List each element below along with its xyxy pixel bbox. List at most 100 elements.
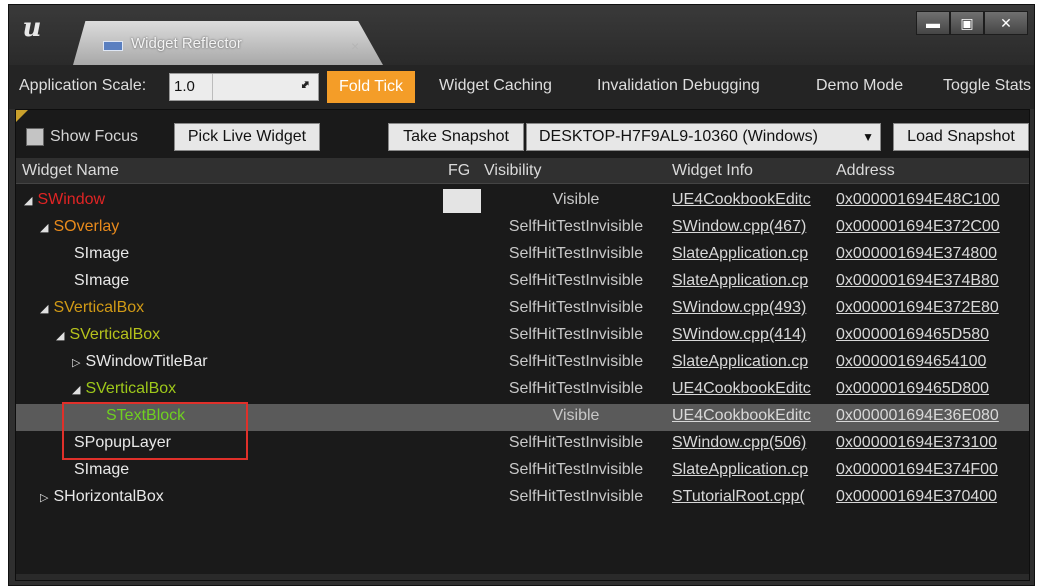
address-link[interactable]: 0x000001694E372C00 bbox=[836, 218, 1031, 236]
widget-name-cell: SImage bbox=[74, 272, 129, 290]
widget-name-label: SVerticalBox bbox=[85, 380, 177, 397]
collapse-arrow-icon[interactable]: ◢ bbox=[56, 329, 64, 342]
tab-label: Widget Reflector bbox=[131, 35, 242, 52]
window-controls: ▬ ▣ ✕ bbox=[916, 11, 1028, 35]
snapshot-target-dropdown[interactable]: DESKTOP-H7F9AL9-10360 (Windows) ▼ bbox=[526, 123, 881, 151]
tree-row[interactable]: ◢ SOverlay SelfHitTestInvisible SWindow.cpp… bbox=[16, 215, 1029, 242]
panel-corner-marker bbox=[16, 110, 28, 122]
app-scale-label: Application Scale: bbox=[19, 77, 147, 94]
tree-row[interactable]: ▷ SWindowTitleBar SelfHitTestInvisible Slat… bbox=[16, 350, 1029, 377]
collapse-arrow-icon[interactable]: ◢ bbox=[40, 302, 48, 315]
widget-name-label: SImage bbox=[74, 245, 130, 262]
widget-name-cell: ◢ SVerticalBox bbox=[72, 380, 176, 398]
widget-info-link[interactable]: STutorialRoot.cpp( bbox=[672, 488, 832, 506]
col-widget-name[interactable]: Widget Name bbox=[22, 162, 119, 180]
widget-info-link[interactable]: UE4CookbookEditc bbox=[672, 380, 832, 398]
widget-name-label: SHorizontalBox bbox=[53, 488, 164, 505]
app-scale-spinbox[interactable]: 1.0 ⬍ bbox=[169, 73, 319, 101]
load-snapshot-button[interactable]: Load Snapshot bbox=[893, 123, 1029, 151]
tree-row[interactable]: ◢ SWindow Visible UE4CookbookEditc 0x0000016… bbox=[16, 188, 1029, 215]
tree-header: Widget Name FG Visibility Widget Info Ad… bbox=[16, 158, 1029, 184]
resize-arrow-icon[interactable]: ⬍ bbox=[296, 76, 313, 93]
fold-tick-button[interactable]: Fold Tick bbox=[327, 71, 415, 103]
widget-info-link[interactable]: SlateApplication.cp bbox=[672, 461, 832, 479]
dropdown-arrow-icon: ▼ bbox=[862, 130, 874, 144]
pick-live-widget-button[interactable]: Pick Live Widget bbox=[174, 123, 320, 151]
widget-name-cell: ◢ SWindow bbox=[24, 191, 105, 209]
visibility-cell: SelfHitTestInvisible bbox=[508, 488, 644, 505]
widget-info-link[interactable]: SWindow.cpp(493) bbox=[672, 299, 832, 317]
fg-color-swatch[interactable] bbox=[443, 189, 481, 213]
address-link[interactable]: 0x000001694E36E080 bbox=[836, 407, 1031, 425]
tree-row[interactable]: ▷ SHorizontalBox SelfHitTestInvisible STuto… bbox=[16, 485, 1029, 512]
address-link[interactable]: 0x000001694E370400 bbox=[836, 488, 1031, 506]
demo-mode-button[interactable]: Demo Mode bbox=[816, 77, 903, 95]
address-link[interactable]: 0x000001694E48C100 bbox=[836, 191, 1031, 209]
widget-name-cell: ◢ SVerticalBox bbox=[56, 326, 160, 344]
widget-name-label: SVerticalBox bbox=[69, 326, 161, 343]
tree-row[interactable]: SImage SelfHitTestInvisible SlateApplicati… bbox=[16, 242, 1029, 269]
widget-info-link[interactable]: SlateApplication.cp bbox=[672, 353, 832, 371]
widget-name-label: SVerticalBox bbox=[53, 299, 145, 316]
toggle-stats-button[interactable]: Toggle Stats bbox=[943, 77, 1031, 95]
reflector-panel: Show Focus Pick Live Widget Take Snapsho… bbox=[15, 109, 1030, 581]
widget-name-cell: ◢ SVerticalBox bbox=[40, 299, 144, 317]
visibility-cell: SelfHitTestInvisible bbox=[508, 461, 644, 478]
tree-row[interactable]: ◢ SVerticalBox SelfHitTestInvisible SWindow… bbox=[16, 323, 1029, 350]
address-link[interactable]: 0x000001694E374F00 bbox=[836, 461, 1031, 479]
tab-widget-reflector[interactable]: Widget Reflector × bbox=[73, 21, 383, 65]
widget-caching-button[interactable]: Widget Caching bbox=[439, 77, 552, 95]
scroll-area bbox=[16, 574, 1029, 580]
address-link[interactable]: 0x000001694E373100 bbox=[836, 434, 1031, 452]
col-visibility[interactable]: Visibility bbox=[484, 162, 542, 180]
invalidation-debugging-button[interactable]: Invalidation Debugging bbox=[597, 77, 760, 95]
address-link[interactable]: 0x000001694E372E80 bbox=[836, 299, 1031, 317]
app-scale-value[interactable]: 1.0 bbox=[174, 78, 195, 95]
widget-info-link[interactable]: SWindow.cpp(506) bbox=[672, 434, 832, 452]
tree-row[interactable]: ◢ SVerticalBox SelfHitTestInvisible SWindow… bbox=[16, 296, 1029, 323]
toolbar: Application Scale: 1.0 ⬍ Fold Tick Widge… bbox=[9, 65, 1034, 109]
widget-info-link[interactable]: UE4CookbookEditc bbox=[672, 407, 832, 425]
collapse-arrow-icon[interactable]: ◢ bbox=[24, 194, 32, 207]
address-link[interactable]: 0x000001694E374B80 bbox=[836, 272, 1031, 290]
visibility-cell: SelfHitTestInvisible bbox=[508, 272, 644, 289]
expand-arrow-icon[interactable]: ▷ bbox=[72, 356, 80, 369]
close-button[interactable]: ✕ bbox=[984, 11, 1028, 35]
address-link[interactable]: 0x00000169465D580 bbox=[836, 326, 1031, 344]
expand-arrow-icon[interactable]: ▷ bbox=[40, 491, 48, 504]
widget-name-label: SImage bbox=[74, 272, 130, 289]
collapse-arrow-icon[interactable]: ◢ bbox=[40, 221, 48, 234]
widget-info-link[interactable]: SWindow.cpp(414) bbox=[672, 326, 832, 344]
widget-info-link[interactable]: SlateApplication.cp bbox=[672, 245, 832, 263]
widget-name-cell: ▷ SHorizontalBox bbox=[40, 488, 164, 506]
minimize-button[interactable]: ▬ bbox=[916, 11, 950, 35]
annotation-highlight-box bbox=[62, 402, 248, 460]
visibility-cell: Visible bbox=[552, 191, 600, 208]
col-fg[interactable]: FG bbox=[448, 162, 470, 180]
widget-name-cell: SImage bbox=[74, 461, 129, 479]
take-snapshot-button[interactable]: Take Snapshot bbox=[388, 123, 524, 151]
widget-info-link[interactable]: SlateApplication.cp bbox=[672, 272, 832, 290]
collapse-arrow-icon[interactable]: ◢ bbox=[72, 383, 80, 396]
visibility-cell: SelfHitTestInvisible bbox=[508, 326, 644, 343]
show-focus-checkbox[interactable] bbox=[26, 128, 44, 146]
address-link[interactable]: 0x000001694654100 bbox=[836, 353, 1031, 371]
address-link[interactable]: 0x000001694E374800 bbox=[836, 245, 1031, 263]
visibility-cell: Visible bbox=[552, 407, 600, 424]
widget-info-link[interactable]: UE4CookbookEditc bbox=[672, 191, 832, 209]
tree-row[interactable]: SImage SelfHitTestInvisible SlateApplicati… bbox=[16, 458, 1029, 485]
col-widget-info[interactable]: Widget Info bbox=[672, 162, 753, 180]
tree-row[interactable]: ◢ SVerticalBox SelfHitTestInvisible UE4Cook… bbox=[16, 377, 1029, 404]
widget-info-link[interactable]: SWindow.cpp(467) bbox=[672, 218, 832, 236]
maximize-button[interactable]: ▣ bbox=[950, 11, 984, 35]
unreal-logo-icon: u bbox=[22, 13, 42, 43]
show-focus-label: Show Focus bbox=[50, 128, 139, 145]
tree-row[interactable]: SImage SelfHitTestInvisible SlateApplicati… bbox=[16, 269, 1029, 296]
title-bar: u Widget Reflector × ▬ ▣ ✕ bbox=[9, 5, 1034, 65]
col-address[interactable]: Address bbox=[836, 162, 895, 180]
widget-name-cell: ◢ SOverlay bbox=[40, 218, 119, 236]
widget-name-label: SOverlay bbox=[53, 218, 120, 235]
widget-name-cell: ▷ SWindowTitleBar bbox=[72, 353, 208, 371]
address-link[interactable]: 0x00000169465D800 bbox=[836, 380, 1031, 398]
tab-close-icon[interactable]: × bbox=[351, 38, 359, 54]
